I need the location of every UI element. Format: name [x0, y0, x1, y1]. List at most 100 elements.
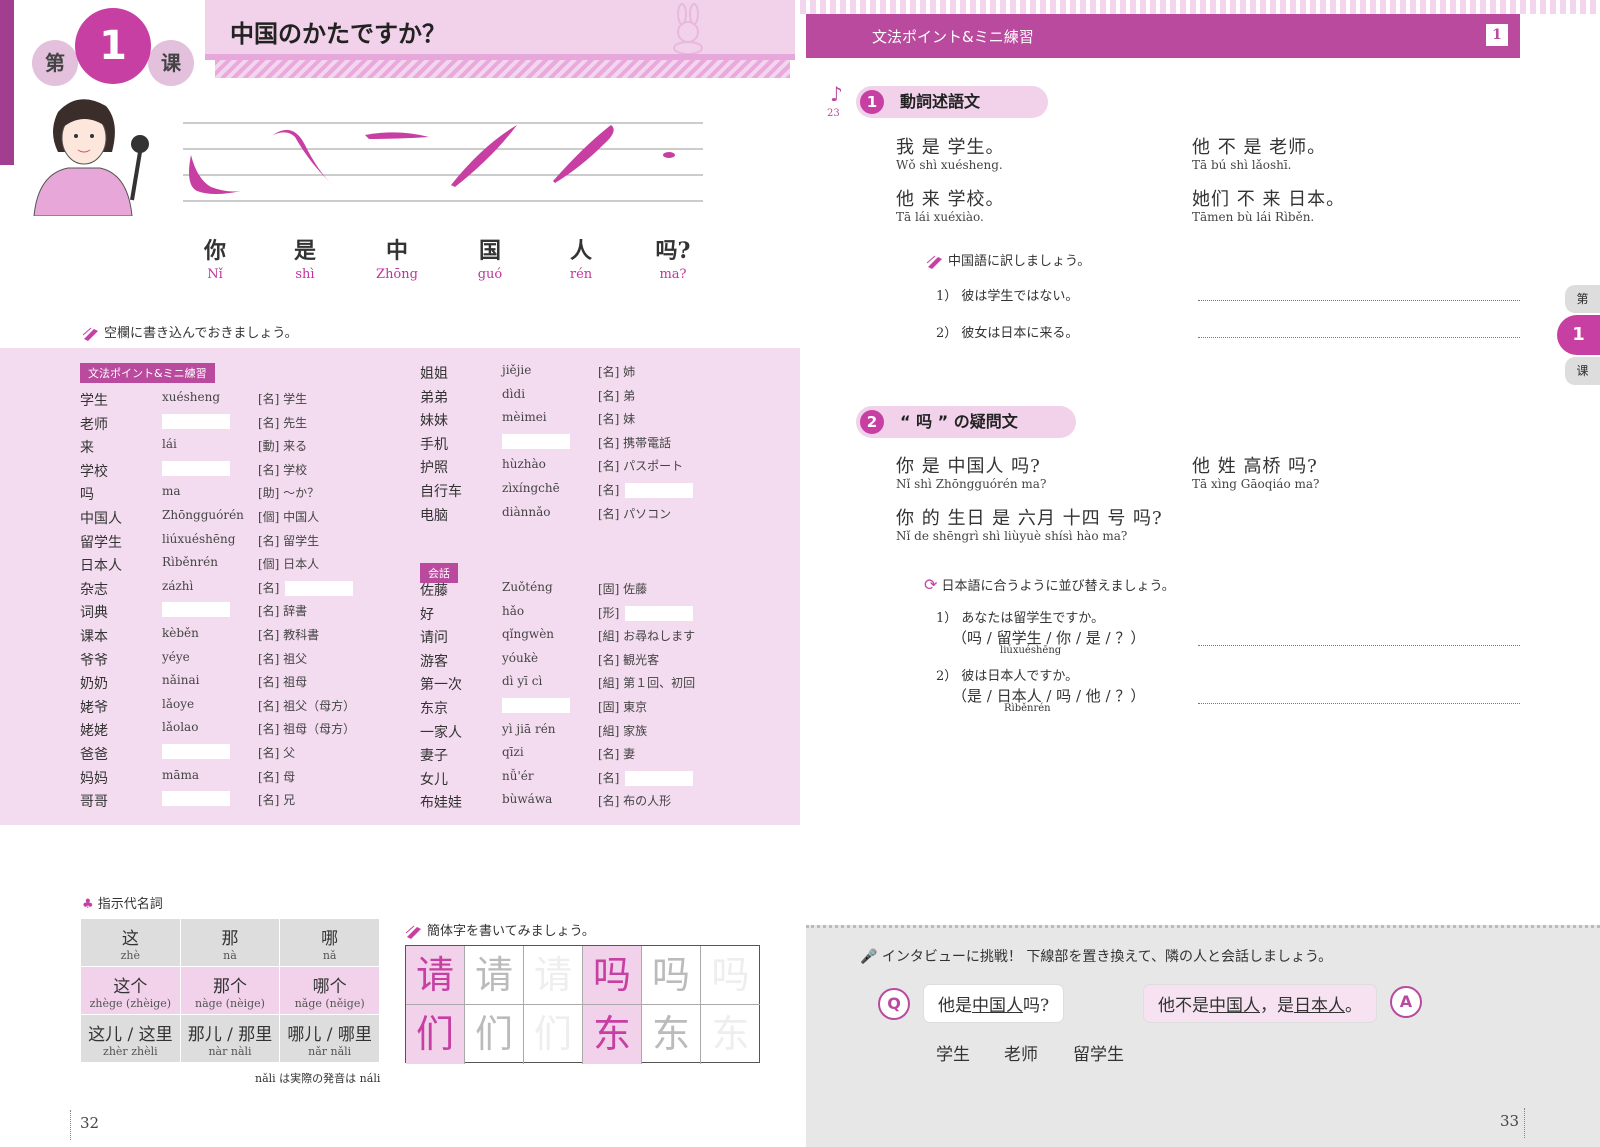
tone-word: 是 shì	[293, 238, 316, 282]
blank-field[interactable]	[162, 413, 230, 429]
vocab-row: 妈妈 māma [名] 母	[80, 768, 400, 790]
vocab-meaning: [組] 第１回、初回	[598, 676, 696, 691]
vocab-meaning: [名] 祖母（母方）	[258, 722, 356, 737]
vocab-hanzi: 爷爷	[80, 652, 108, 669]
substitute-word: 留学生	[1073, 1045, 1124, 1065]
vocab-row: 女儿 nǚ'ér [名]	[420, 769, 740, 791]
blank-field[interactable]	[162, 602, 230, 618]
vocab-pinyin: ma	[162, 484, 181, 499]
answer-line[interactable]	[1198, 703, 1520, 704]
right-page: 文法ポイント&ミニ練習 1 ♪ 23 1 動詞述語文 我 是 学生。 Wǒ shì …	[800, 0, 1600, 1147]
blank-field[interactable]	[162, 460, 230, 476]
writing-cell[interactable]: 东	[701, 1005, 760, 1064]
vocab-meaning: [固] 佐藤	[598, 582, 648, 596]
vocab-meaning: [助] ～か？	[258, 486, 320, 501]
section1-header: 1 動詞述語文	[856, 86, 1048, 118]
vocab-row: 电脑 diànnǎo [名] パソコン	[420, 505, 740, 527]
writing-cell[interactable]: 请	[524, 946, 583, 1005]
vocab-list-3: 佐藤 Zuǒténg [固] 佐藤好 hǎo [形] 请问 qǐngwèn [組] お尋ねしま…	[420, 580, 760, 820]
writing-cell[interactable]: 东	[583, 1005, 642, 1064]
pencil-icon	[926, 255, 942, 269]
blank-field[interactable]	[625, 770, 694, 786]
tone-word-row: 你 Nǐ 是 shì 中 Zhōng 国 guó 人 rén 吗? ma?	[195, 233, 705, 283]
tone-word: 你 Nǐ	[203, 238, 226, 282]
vocab-hanzi: 女儿	[420, 771, 448, 788]
vocab-meaning: [組] お尋ねします	[598, 629, 696, 644]
blank-field[interactable]	[502, 433, 570, 449]
vocab-row: 姥姥 lǎolao [名] 祖母（母方）	[80, 720, 400, 742]
vocab-meaning: [固] 東京	[598, 700, 648, 714]
substitution-slot[interactable]: 中国人	[972, 996, 1023, 1016]
writing-cell[interactable]: 们	[524, 1005, 583, 1064]
audio-track-number: 23	[827, 108, 840, 119]
vocab-hanzi: 学生	[80, 393, 108, 409]
vocab-pinyin: lǎolao	[162, 720, 199, 735]
vocab-meaning: [名] 携帯電話	[598, 435, 672, 450]
vocab-row: 词典 [名] 辞書	[80, 602, 400, 624]
writing-cell[interactable]: 请	[465, 946, 524, 1005]
vocab-hanzi: 姥爷	[80, 699, 108, 716]
writing-cell[interactable]: 们	[406, 1005, 465, 1064]
answer-line[interactable]	[1198, 337, 1520, 338]
vocab-meaning: [名] 留学生	[258, 533, 320, 548]
vocab-row: 一家人 yì jiā rén [組] 家族	[420, 722, 740, 744]
vocab-hanzi: 姐姐	[420, 366, 448, 382]
substitution-slot[interactable]: 中国人	[1209, 996, 1260, 1016]
vocab-hanzi: 一家人	[420, 724, 462, 741]
answer-line[interactable]	[1198, 300, 1520, 301]
vocab-meaning: [名] 学校	[258, 462, 308, 477]
vocab-pinyin: dì yī cì	[502, 674, 543, 689]
music-note-icon[interactable]: ♪	[830, 82, 843, 106]
vocab-pinyin	[502, 433, 597, 449]
vocab-row: 学生 xuésheng [名] 学生	[80, 390, 400, 412]
page-number-rule	[1524, 1108, 1525, 1138]
vocab-pinyin: lái	[162, 437, 177, 452]
vocab-pinyin: qīzi	[502, 745, 524, 760]
vocab-hanzi: 妹妹	[420, 413, 448, 430]
vocab-meaning: [名] 妹	[598, 412, 636, 427]
vocab-pinyin: qǐngwèn	[502, 627, 555, 642]
vocab-hanzi: 东京	[420, 701, 448, 717]
club-icon: ♣	[82, 897, 94, 912]
vocab-pinyin	[162, 744, 257, 759]
vocab-hanzi: 日本人	[80, 558, 122, 575]
rabbit-icon	[673, 3, 703, 54]
blank-field[interactable]	[625, 605, 694, 621]
vocab-meaning: [名] 学生	[258, 392, 308, 406]
vocab-meaning: [名] 布の人形	[598, 794, 672, 809]
blank-field[interactable]	[625, 483, 694, 498]
writing-cell[interactable]: 请	[406, 946, 465, 1005]
vocab-pinyin: dìdi	[502, 386, 526, 401]
blank-field[interactable]	[502, 698, 570, 713]
vocab-row: 姥爷 lǎoye [名] 祖父（母方）	[80, 697, 400, 719]
writing-cell[interactable]: 们	[465, 1005, 524, 1064]
blank-field[interactable]	[162, 791, 230, 807]
vocab-row: 爷爷 yéye [名] 祖父	[80, 650, 400, 672]
substitution-slot[interactable]: 日本人	[1294, 996, 1345, 1016]
vocab-meaning: [組] 家族	[598, 723, 648, 738]
lesson-number: 1	[75, 8, 151, 84]
demo-cell: 这 zhè	[80, 918, 181, 967]
vocab-pinyin: jiějie	[502, 363, 532, 377]
blank-field[interactable]	[285, 580, 354, 596]
vocab-meaning: [名] 父	[258, 746, 296, 760]
teacher-illustration	[33, 99, 149, 216]
answer-bubble: 他不是中国人，是日本人。	[1144, 985, 1376, 1022]
blank-field[interactable]	[162, 744, 230, 759]
vocab-pinyin: diànnǎo	[502, 504, 551, 519]
microphone-icon: 🎤	[860, 949, 878, 965]
writing-cell[interactable]: 吗	[583, 946, 642, 1005]
writing-cell[interactable]: 东	[642, 1005, 701, 1064]
vocab-pinyin	[162, 460, 257, 476]
vocab-hanzi: 护照	[420, 460, 448, 477]
left-page: 中国のかたですか？ 第 课 1 你 Nǐ 是 shì 中 Zhōng 国 guó 人 ré…	[0, 0, 800, 1147]
writing-cell[interactable]: 吗	[701, 946, 760, 1005]
writing-cell[interactable]: 吗	[642, 946, 701, 1005]
vocab-row: 自行车 zìxíngchē [名]	[420, 481, 740, 503]
vocab-meaning: [名]	[258, 579, 398, 596]
vocab-pinyin	[162, 413, 257, 429]
reorder-question: 2） 彼は日本人ですか。	[936, 669, 1079, 684]
answer-line[interactable]	[1198, 645, 1520, 646]
lesson-label-right: 课	[148, 40, 194, 86]
vocab-hanzi: 杂志	[80, 581, 108, 598]
